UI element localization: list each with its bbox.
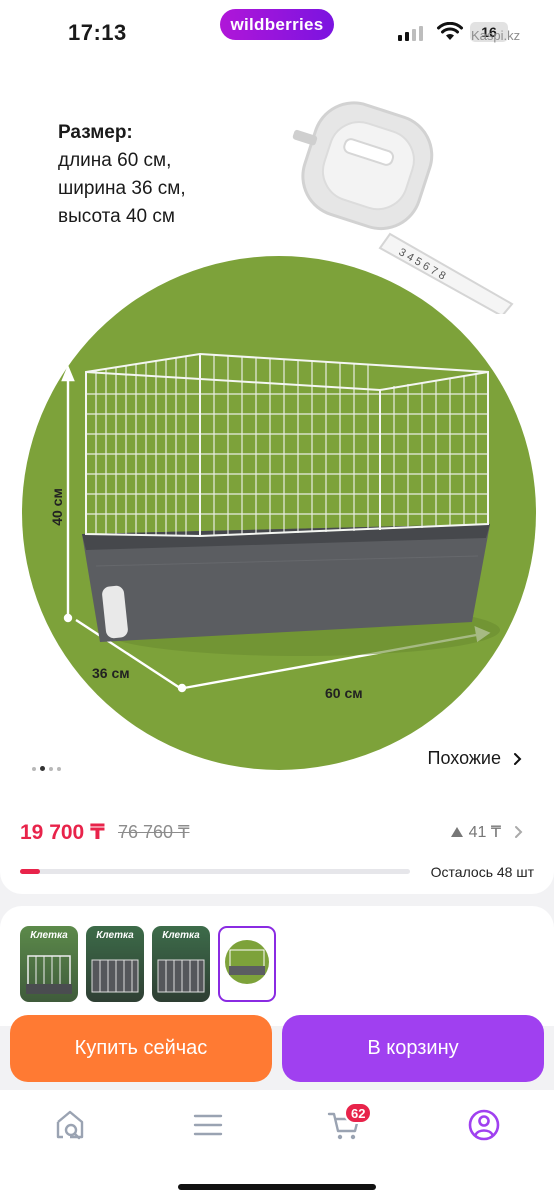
carousel-dot bbox=[57, 766, 61, 771]
similar-products-link[interactable]: Похожие bbox=[428, 748, 522, 769]
price-history-value: 41 ₸ bbox=[468, 824, 501, 841]
buy-now-button[interactable]: Купить сейчас bbox=[10, 1015, 272, 1082]
cellular-signal-icon bbox=[398, 26, 423, 41]
triangle-up-icon bbox=[450, 827, 463, 837]
carousel-pagination bbox=[32, 766, 61, 771]
back-icon[interactable] bbox=[18, 84, 50, 116]
profile-icon[interactable] bbox=[466, 1107, 502, 1143]
depth-dimension-label: 36 см bbox=[92, 665, 130, 681]
size-info: Размер: длина 60 см, ширина 36 см, высот… bbox=[58, 119, 186, 231]
product-image-carousel[interactable]: Размер: длина 60 см, ширина 36 см, высот… bbox=[0, 64, 554, 790]
chevron-right-icon bbox=[514, 752, 522, 765]
carousel-dot bbox=[32, 766, 36, 771]
stock-progress-bar bbox=[20, 869, 410, 874]
size-title: Размер: bbox=[58, 122, 133, 143]
size-width: ширина 36 см, bbox=[58, 178, 186, 199]
chevron-right-icon bbox=[515, 826, 523, 838]
thumbnail-1[interactable]: Клетка bbox=[20, 926, 78, 1002]
similar-label: Похожие bbox=[427, 748, 501, 768]
home-indicator bbox=[178, 1184, 376, 1190]
size-height: высота 40 см bbox=[58, 206, 175, 227]
length-dimension-label: 60 см bbox=[325, 685, 363, 701]
price-card: 19 700 ₸ 76 760 ₸ 41 ₸ Осталось 48 шт bbox=[0, 790, 554, 894]
carousel-dot-active bbox=[40, 766, 45, 771]
thumbnail-3[interactable]: Клетка bbox=[152, 926, 210, 1002]
current-price: 19 700 ₸ bbox=[20, 821, 105, 844]
catalog-icon[interactable] bbox=[190, 1107, 226, 1143]
price-history-link[interactable]: 41 ₸ bbox=[450, 822, 524, 842]
cage-image bbox=[61, 352, 500, 693]
old-price: 76 760 ₸ bbox=[118, 822, 190, 842]
carousel-dot bbox=[49, 766, 53, 771]
size-length: длина 60 см, bbox=[58, 150, 172, 171]
brand-logo: wildberries bbox=[220, 9, 334, 40]
height-dimension-label: 40 см bbox=[48, 488, 65, 526]
watermark: Kaspi.kz bbox=[471, 28, 521, 43]
stock-remaining: Осталось 48 шт bbox=[430, 864, 534, 880]
stock-progress-fill bbox=[20, 869, 40, 874]
thumbnail-2[interactable]: Клетка bbox=[86, 926, 144, 1002]
thumbnail-4-selected[interactable] bbox=[218, 926, 276, 1002]
wifi-icon bbox=[437, 22, 463, 40]
status-time: 17:13 bbox=[68, 20, 127, 45]
home-search-icon[interactable] bbox=[52, 1107, 88, 1143]
status-bar: 17:13 wildberries 16 Kaspi.kz bbox=[0, 0, 554, 64]
thumbnail-strip: Клетка Клетка Клетка bbox=[0, 906, 554, 1026]
bottom-navigation: 62 bbox=[0, 1090, 554, 1200]
add-to-cart-button[interactable]: В корзину bbox=[282, 1015, 544, 1082]
cart-count-badge: 62 bbox=[344, 1102, 373, 1124]
